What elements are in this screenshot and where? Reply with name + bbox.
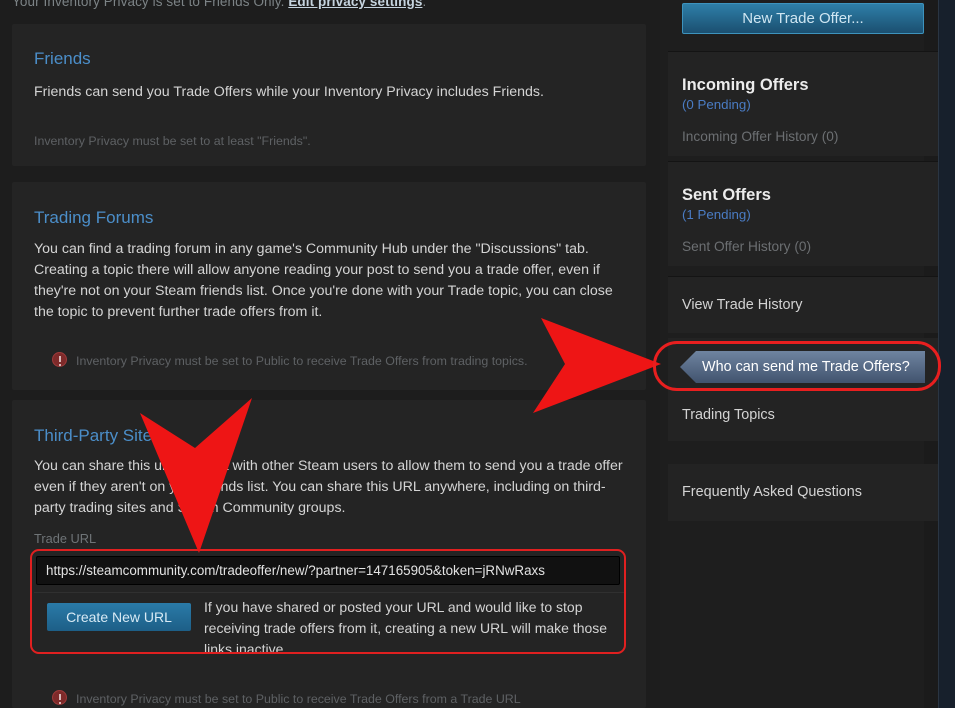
view-trade-history-block: View Trade History [668,276,938,333]
trading-forums-panel: Trading Forums You can find a trading fo… [12,182,646,390]
trade-url-label: Trade URL [34,531,97,546]
trading-forums-panel-body: You can find a trading forum in any game… [34,241,613,320]
new-trade-offer-button[interactable]: New Trade Offer... [682,3,924,34]
notice-text: Your Inventory Privacy is set to Friends… [12,0,289,9]
warning-icon [52,352,67,367]
edit-privacy-settings-link[interactable]: Edit privacy settings [288,0,422,9]
view-trade-history-link[interactable]: View Trade History [682,297,803,313]
trade-offers-page: Your Inventory Privacy is set to Friends… [0,0,955,708]
page-gutter [938,0,955,708]
third-party-panel-title: Third-Party Sites [34,426,161,445]
trading-topics-link[interactable]: Trading Topics [682,407,775,423]
sent-offers-block: Sent Offers (1 Pending) Sent Offer Histo… [668,161,938,266]
warning-icon [52,690,67,705]
trading-forums-panel-title: Trading Forums [34,208,154,227]
third-party-panel-body: You can share this unique URL with other… [34,458,623,516]
who-can-send-trade-offers-label: Who can send me Trade Offers? [702,359,910,375]
main-content-column: Your Inventory Privacy is set to Friends… [0,0,660,708]
sent-offers-pending[interactable]: (1 Pending) [682,207,751,222]
third-party-panel-note: Inventory Privacy must be set to Public … [76,692,521,706]
friends-panel-body: Friends can send you Trade Offers while … [34,84,544,100]
friends-panel: Friends Friends can send you Trade Offer… [12,24,646,166]
trade-url-input[interactable] [36,556,620,585]
faq-link[interactable]: Frequently Asked Questions [682,484,862,500]
friends-panel-note: Inventory Privacy must be set to at leas… [34,134,311,148]
incoming-offers-block: Incoming Offers (0 Pending) Incoming Off… [668,51,938,156]
incoming-offers-heading[interactable]: Incoming Offers [682,76,809,95]
sent-offers-heading[interactable]: Sent Offers [682,186,771,205]
trading-forums-panel-note: Inventory Privacy must be set to Public … [76,354,528,368]
incoming-offers-pending[interactable]: (0 Pending) [682,97,751,112]
who-can-send-block: Who can send me Trade Offers? Trading To… [668,338,938,441]
sent-offer-history-link[interactable]: Sent Offer History (0) [682,239,811,254]
inventory-privacy-notice: Your Inventory Privacy is set to Friends… [12,0,642,9]
faq-block: Frequently Asked Questions [668,464,938,521]
panel-divider [34,592,624,593]
notice-period: . [422,0,427,9]
trade-sidebar: New Trade Offer... Incoming Offers (0 Pe… [668,0,938,708]
incoming-offer-history-link[interactable]: Incoming Offer History (0) [682,129,838,144]
friends-panel-title: Friends [34,49,91,68]
third-party-sites-panel: Third-Party Sites You can share this uni… [12,400,646,708]
create-new-url-description: If you have shared or posted your URL an… [204,599,608,657]
create-new-url-button[interactable]: Create New URL [47,603,191,631]
